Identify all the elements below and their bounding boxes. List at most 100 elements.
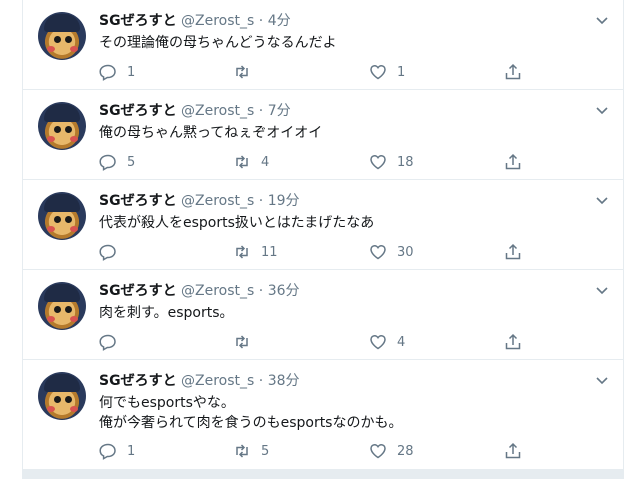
like-button[interactable]: 28 bbox=[369, 440, 414, 462]
share-icon bbox=[505, 333, 521, 350]
like-button[interactable]: 30 bbox=[369, 241, 414, 263]
like-count: 18 bbox=[397, 154, 414, 170]
reply-count: 1 bbox=[127, 64, 136, 80]
chevron-down-icon[interactable] bbox=[595, 194, 609, 208]
username[interactable]: @Zerost_s bbox=[181, 13, 254, 29]
heart-icon bbox=[370, 244, 386, 260]
retweet-count: 5 bbox=[261, 443, 270, 459]
retweet-icon bbox=[236, 155, 248, 169]
timestamp[interactable]: 4分 bbox=[268, 13, 291, 29]
heart-icon bbox=[370, 443, 386, 459]
retweet-button[interactable] bbox=[233, 331, 261, 353]
share-icon bbox=[505, 153, 521, 170]
chevron-down-icon[interactable] bbox=[595, 14, 609, 28]
tweet-text: 肉を刺す。esports。 bbox=[99, 305, 234, 321]
tweet-text: その理論俺の母ちゃんどうなるんだよ bbox=[99, 35, 337, 51]
retweet-count: 11 bbox=[261, 244, 278, 260]
tweet-text: 代表が殺人をesports扱いとはたまげたなあ bbox=[99, 215, 375, 231]
share-icon bbox=[505, 63, 521, 80]
display-name[interactable]: SGぜろすと bbox=[99, 373, 177, 389]
like-count: 1 bbox=[397, 64, 406, 80]
tweet[interactable]: SGぜろすと @Zerost_s · 7分 俺の母ちゃん黙ってねぇぞオイオイ 5… bbox=[23, 90, 623, 180]
tweet-actions: 4 bbox=[99, 331, 539, 353]
tweet-actions: 1 1 bbox=[99, 61, 539, 83]
like-button[interactable]: 4 bbox=[369, 331, 405, 353]
avatar[interactable] bbox=[38, 282, 86, 330]
reply-icon bbox=[99, 64, 116, 81]
tweet-header: SGぜろすと @Zerost_s · 19分 bbox=[99, 192, 300, 210]
like-count: 28 bbox=[397, 443, 414, 459]
tweet-actions: 1 5 28 bbox=[99, 440, 539, 462]
tweet-header: SGぜろすと @Zerost_s · 38分 bbox=[99, 372, 300, 390]
tweet-actions: 11 30 bbox=[99, 241, 539, 263]
reply-icon bbox=[99, 443, 116, 460]
tweet-text: 何でもesportsやな。 俺が今奢られて肉を食うのもesportsなのかも。 bbox=[99, 395, 403, 431]
retweet-icon bbox=[236, 335, 248, 349]
share-button[interactable] bbox=[504, 440, 522, 462]
reply-button[interactable]: 1 bbox=[99, 61, 135, 83]
retweet-button[interactable]: 11 bbox=[233, 241, 278, 263]
share-button[interactable] bbox=[504, 241, 522, 263]
reply-icon bbox=[99, 334, 116, 351]
reply-icon bbox=[99, 154, 116, 171]
reply-count: 5 bbox=[127, 154, 136, 170]
timestamp[interactable]: 7分 bbox=[268, 103, 291, 119]
chevron-down-icon[interactable] bbox=[595, 374, 609, 388]
avatar[interactable] bbox=[38, 192, 86, 240]
separator: · bbox=[258, 193, 264, 209]
chevron-down-icon[interactable] bbox=[595, 104, 609, 118]
heart-icon bbox=[370, 154, 386, 170]
username[interactable]: @Zerost_s bbox=[181, 103, 254, 119]
display-name[interactable]: SGぜろすと bbox=[99, 103, 177, 119]
separator: · bbox=[258, 373, 264, 389]
tweet-text: 俺の母ちゃん黙ってねぇぞオイオイ bbox=[99, 125, 323, 141]
username[interactable]: @Zerost_s bbox=[181, 283, 254, 299]
share-icon bbox=[505, 243, 521, 260]
heart-icon bbox=[370, 334, 386, 350]
like-count: 4 bbox=[397, 334, 406, 350]
heart-icon bbox=[370, 64, 386, 80]
display-name[interactable]: SGぜろすと bbox=[99, 13, 177, 29]
retweet-button[interactable]: 5 bbox=[233, 440, 269, 462]
display-name[interactable]: SGぜろすと bbox=[99, 193, 177, 209]
like-button[interactable]: 18 bbox=[369, 151, 414, 173]
share-button[interactable] bbox=[504, 151, 522, 173]
like-count: 30 bbox=[397, 244, 414, 260]
tweet-header: SGぜろすと @Zerost_s · 7分 bbox=[99, 102, 291, 120]
retweet-button[interactable]: 4 bbox=[233, 151, 269, 173]
separator: · bbox=[258, 103, 264, 119]
retweet-icon bbox=[236, 245, 248, 259]
tweet[interactable]: SGぜろすと @Zerost_s · 4分 その理論俺の母ちゃんどうなるんだよ … bbox=[23, 0, 623, 90]
timestamp[interactable]: 36分 bbox=[268, 283, 300, 299]
display-name[interactable]: SGぜろすと bbox=[99, 283, 177, 299]
retweet-button[interactable] bbox=[233, 61, 261, 83]
timeline: SGぜろすと @Zerost_s · 4分 その理論俺の母ちゃんどうなるんだよ … bbox=[22, 0, 624, 479]
reply-button[interactable]: 5 bbox=[99, 151, 135, 173]
retweet-icon bbox=[236, 65, 248, 79]
share-button[interactable] bbox=[504, 331, 522, 353]
timestamp[interactable]: 19分 bbox=[268, 193, 300, 209]
tweet-header: SGぜろすと @Zerost_s · 36分 bbox=[99, 282, 300, 300]
tweet-actions: 5 4 18 bbox=[99, 151, 539, 173]
avatar[interactable] bbox=[38, 12, 86, 60]
tweet[interactable]: SGぜろすと @Zerost_s · 19分 代表が殺人をesports扱いとは… bbox=[23, 180, 623, 270]
reply-button[interactable] bbox=[99, 331, 127, 353]
separator: · bbox=[258, 283, 264, 299]
timestamp[interactable]: 38分 bbox=[268, 373, 300, 389]
like-button[interactable]: 1 bbox=[369, 61, 405, 83]
reply-button[interactable] bbox=[99, 241, 127, 263]
retweet-icon bbox=[236, 444, 248, 458]
separator: · bbox=[258, 13, 264, 29]
tweet[interactable]: SGぜろすと @Zerost_s · 36分 肉を刺す。esports。 4 bbox=[23, 270, 623, 360]
username[interactable]: @Zerost_s bbox=[181, 373, 254, 389]
tweet[interactable]: SGぜろすと @Zerost_s · 38分 何でもesportsやな。 俺が今… bbox=[23, 360, 623, 470]
share-button[interactable] bbox=[504, 61, 522, 83]
reply-count: 1 bbox=[127, 443, 136, 459]
share-icon bbox=[505, 442, 521, 459]
username[interactable]: @Zerost_s bbox=[181, 193, 254, 209]
avatar[interactable] bbox=[38, 372, 86, 420]
chevron-down-icon[interactable] bbox=[595, 284, 609, 298]
reply-button[interactable]: 1 bbox=[99, 440, 135, 462]
tweet-header: SGぜろすと @Zerost_s · 4分 bbox=[99, 12, 291, 30]
avatar[interactable] bbox=[38, 102, 86, 150]
